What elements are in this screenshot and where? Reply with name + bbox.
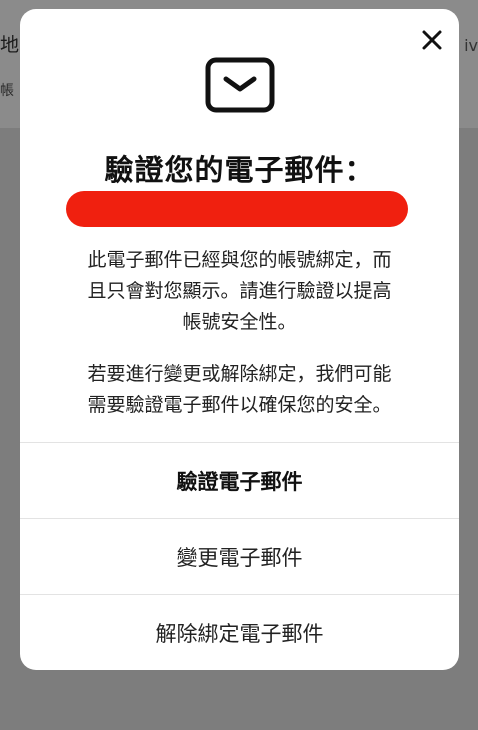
dialog-title: 驗證您的電子郵件： xyxy=(104,153,375,187)
unbind-email-button[interactable]: 解除綁定電子郵件 xyxy=(20,595,459,670)
verify-email-button[interactable]: 驗證電子郵件 xyxy=(20,443,459,518)
background-text: 地 xyxy=(0,34,20,56)
background-text: iv xyxy=(464,36,478,55)
close-icon[interactable] xyxy=(419,27,445,53)
redacted-email xyxy=(66,191,408,227)
mail-icon xyxy=(205,57,275,113)
verify-email-dialog: 驗證您的電子郵件： 此電子郵件已經與您的帳號綁定，而 且只會對您顯示。請進行驗證… xyxy=(20,9,459,670)
dialog-description: 此電子郵件已經與您的帳號綁定，而 且只會對您顯示。請進行驗證以提高 帳號安全性。 xyxy=(87,249,392,333)
background-text: 帳 xyxy=(0,83,14,99)
dialog-note: 若要進行變更或解除綁定，我們可能 需要驗證電子郵件以確保您的安全。 xyxy=(87,363,392,416)
change-email-button[interactable]: 變更電子郵件 xyxy=(20,519,459,594)
page: 地 帳 iv 驗證您的電子郵件： 此電子郵件已經與您的帳號綁定，而 且只會對您顯… xyxy=(0,0,478,730)
